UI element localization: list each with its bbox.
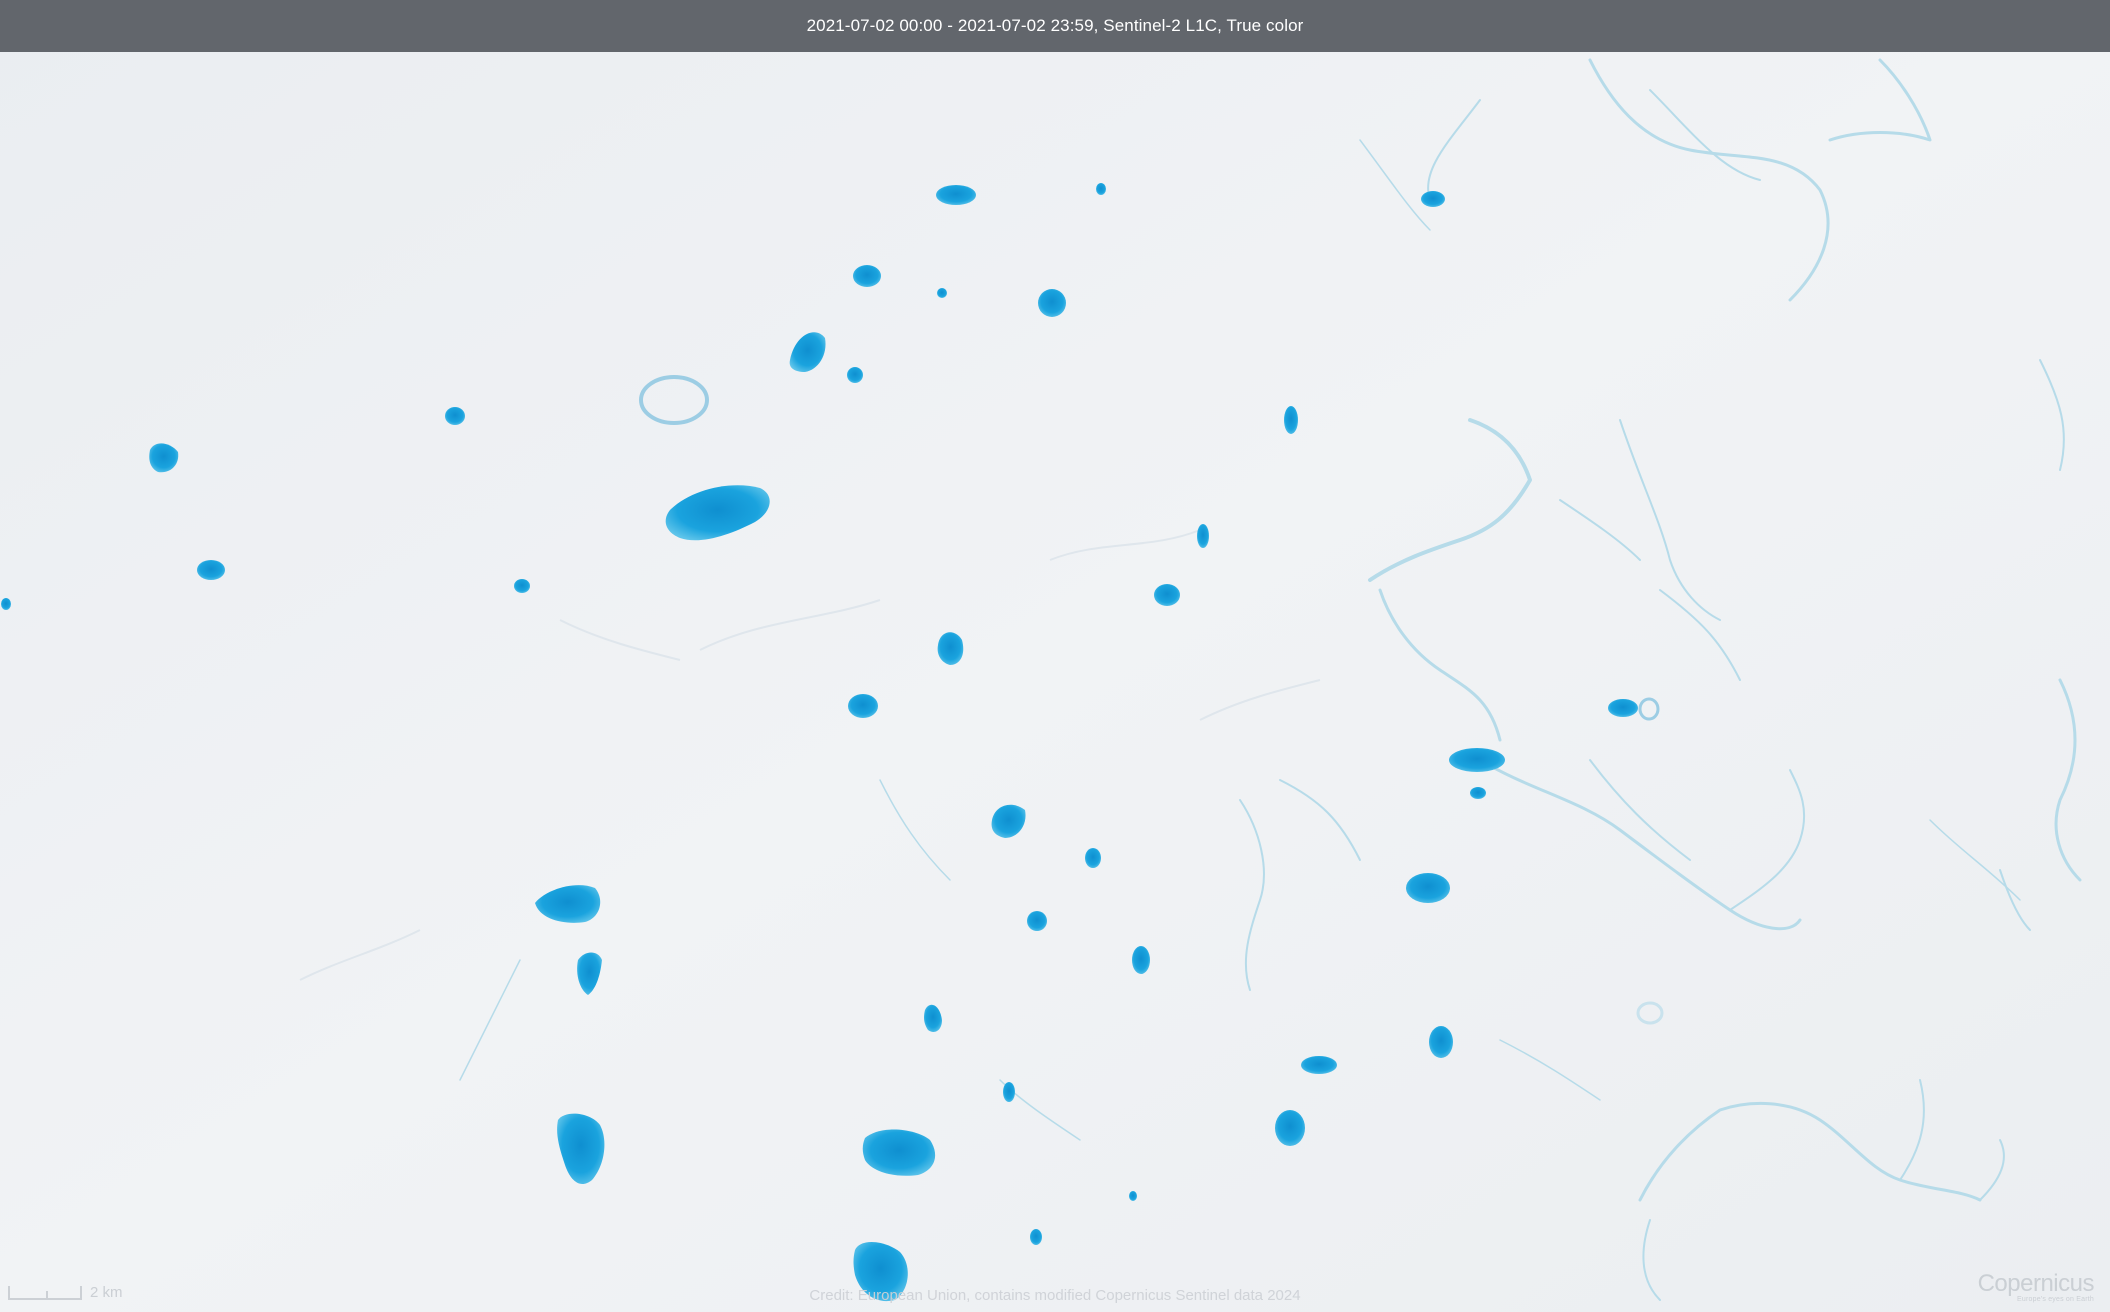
melt-pond	[1429, 1026, 1453, 1058]
melt-pond	[1406, 873, 1450, 903]
melt-pond	[1132, 946, 1150, 974]
melt-pond	[1129, 1191, 1137, 1201]
melt-pond	[1301, 1056, 1337, 1074]
ice-sheet-surface	[0, 0, 2110, 1312]
melt-pond	[936, 185, 976, 205]
melt-pond	[445, 407, 465, 425]
satellite-imagery[interactable]	[0, 0, 2110, 1312]
melt-pond	[848, 694, 878, 718]
melt-pond	[1038, 289, 1066, 317]
melt-pond	[853, 265, 881, 287]
melt-pond	[1154, 584, 1180, 606]
logo-tagline: Europe's eyes on Earth	[2017, 1296, 2094, 1303]
melt-pond	[1608, 699, 1638, 717]
melt-pond	[1449, 748, 1505, 772]
melt-pond	[514, 579, 530, 593]
melt-pond	[1030, 1229, 1042, 1245]
map-viewer[interactable]: 2021-07-02 00:00 - 2021-07-02 23:59, Sen…	[0, 0, 2110, 1312]
melt-pond	[1, 598, 11, 610]
melt-pond	[1284, 406, 1298, 434]
melt-pond	[1275, 1110, 1305, 1146]
melt-pond	[1421, 191, 1445, 207]
melt-pond	[1085, 848, 1101, 868]
melt-pond	[1197, 524, 1209, 548]
melt-pond	[1003, 1082, 1015, 1102]
melt-pond	[937, 288, 947, 298]
image-title: 2021-07-02 00:00 - 2021-07-02 23:59, Sen…	[806, 16, 1304, 35]
melt-pond	[197, 560, 225, 580]
image-title-bar: 2021-07-02 00:00 - 2021-07-02 23:59, Sen…	[0, 0, 2110, 52]
melt-pond	[1096, 183, 1106, 195]
logo-text: Copernicus	[1977, 1270, 2095, 1297]
melt-pond	[847, 367, 863, 383]
copernicus-logo: Copernicus Europe's eyes on Earth	[1977, 1270, 2095, 1304]
melt-pond	[1027, 911, 1047, 931]
attribution-credit: Credit: European Union, contains modifie…	[809, 1287, 1301, 1304]
melt-pond	[1470, 787, 1486, 799]
